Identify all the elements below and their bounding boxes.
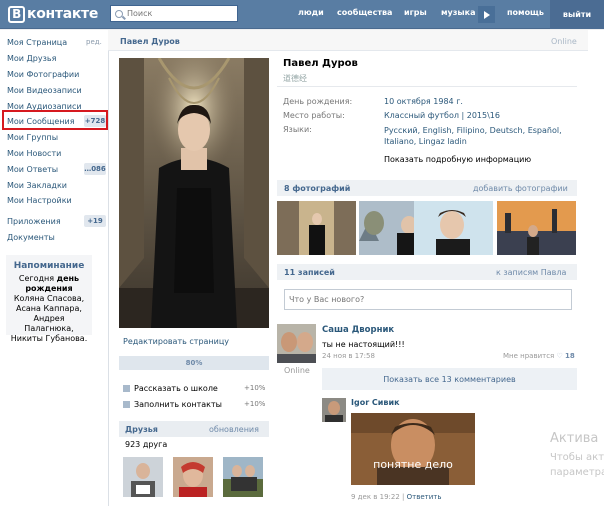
post-author-avatar[interactable]: [277, 324, 316, 363]
info-value-work[interactable]: Классный футбол | 2015\16: [384, 111, 500, 120]
search-box[interactable]: [110, 5, 238, 22]
post-text: ты не настоящий!!!: [322, 340, 405, 349]
photo-thumb[interactable]: [277, 201, 356, 255]
search-icon: [115, 9, 123, 18]
friend-thumb[interactable]: [123, 457, 163, 497]
friends-title[interactable]: Друзья: [125, 425, 158, 434]
edit-page-link[interactable]: Редактировать страницу: [123, 337, 229, 346]
divider: [277, 86, 577, 87]
comment-author-avatar[interactable]: [322, 398, 346, 422]
menu-my-page[interactable]: Моя Страница: [7, 38, 67, 47]
wall-title[interactable]: 11 записей: [284, 268, 335, 277]
info-value-languages[interactable]: Русский, English, Filipino, Deutsch, Esp…: [384, 125, 574, 147]
comment-meta: 9 дек в 19:22 | Ответить: [351, 493, 442, 501]
menu-friends[interactable]: Мои Друзья: [7, 54, 56, 63]
menu-news[interactable]: Мои Новости: [7, 149, 61, 158]
answers-badge[interactable]: …086: [84, 163, 106, 175]
friends-count: 923 друга: [125, 440, 168, 449]
menu-answers[interactable]: Мои Ответы: [7, 165, 58, 174]
profile-name: Павел Дуров: [283, 58, 358, 69]
comment-author-name[interactable]: Igor Сивик: [351, 398, 400, 407]
nav-music[interactable]: музыка: [441, 8, 475, 17]
vk-logo[interactable]: В контакте: [8, 5, 98, 23]
music-play-button[interactable]: [478, 6, 495, 23]
friend-thumb[interactable]: [223, 457, 263, 497]
profile-progress-bar: 80%: [119, 356, 269, 370]
friend-thumb[interactable]: [173, 457, 213, 497]
post-date[interactable]: 24 ноя в 17:58: [322, 352, 375, 360]
menu-apps[interactable]: Приложения: [7, 217, 61, 226]
like-count: 18: [565, 352, 575, 360]
heart-icon: ♡: [556, 352, 563, 360]
page-header-bar: [108, 30, 588, 51]
info-label-birthday: День рождения:: [283, 97, 353, 106]
nav-games[interactable]: игры: [404, 8, 427, 17]
friends-updates-link[interactable]: обновления: [209, 425, 259, 434]
info-label-work: Место работы:: [283, 111, 345, 120]
logo-text: контакте: [27, 6, 99, 22]
nav-help[interactable]: помощь: [507, 8, 544, 17]
task-school[interactable]: Рассказать о школе: [123, 384, 218, 393]
post-author-online: Online: [284, 366, 310, 375]
profile-photo[interactable]: [119, 58, 269, 328]
like-button[interactable]: Мне нравится ♡ 18: [503, 352, 575, 360]
messages-highlight-box: [2, 110, 108, 130]
online-status: Online: [551, 37, 577, 46]
task-contacts[interactable]: Заполнить контакты: [123, 400, 222, 409]
photo-thumb[interactable]: [497, 201, 576, 255]
photos-title[interactable]: 8 фотографий: [284, 184, 350, 193]
reminder-body: Сегодня день рождения Коляна Спасова, Ас…: [10, 274, 88, 343]
comment-date[interactable]: 9 дек в 19:22: [351, 493, 400, 501]
menu-bookmarks[interactable]: Мои Закладки: [7, 181, 67, 190]
post-author-name[interactable]: Саша Дворник: [322, 325, 394, 335]
task-contacts-pct: +10%: [244, 400, 266, 408]
show-all-comments-button[interactable]: Показать все 13 комментариев: [322, 368, 577, 390]
contacts-icon: [123, 401, 130, 408]
school-icon: [123, 385, 130, 392]
logo-b-icon: В: [8, 5, 25, 23]
show-more-info-link[interactable]: Показать подробную информацию: [384, 155, 531, 164]
photo-thumb[interactable]: [414, 201, 493, 255]
activation-watermark: Актива: [550, 431, 599, 446]
reminder-box: Напоминание Сегодня день рождения Коляна…: [6, 255, 92, 343]
reply-link[interactable]: Ответить: [407, 493, 442, 501]
logout-button[interactable]: выйти: [550, 0, 604, 29]
comment-image[interactable]: [351, 413, 475, 485]
play-icon: [483, 10, 490, 19]
add-photos-link[interactable]: добавить фотографии: [473, 184, 568, 193]
menu-groups[interactable]: Мои Группы: [7, 133, 58, 142]
search-input[interactable]: [127, 9, 227, 18]
menu-settings[interactable]: Мои Настройки: [7, 196, 72, 205]
activation-watermark-text: Чтобы акт параметра: [550, 452, 604, 478]
wall-post-input[interactable]: [284, 289, 572, 310]
menu-photos[interactable]: Мои Фотографии: [7, 70, 79, 79]
task-school-pct: +10%: [244, 384, 266, 392]
reminder-title: Напоминание: [13, 261, 85, 271]
menu-documents[interactable]: Документы: [7, 233, 55, 242]
to-pavel-posts-link[interactable]: к записям Павла: [496, 268, 566, 277]
menu-videos[interactable]: Мои Видеозаписи: [7, 86, 82, 95]
edit-link[interactable]: ред.: [86, 38, 102, 46]
nav-communities[interactable]: сообщества: [337, 8, 392, 17]
nav-people[interactable]: люди: [298, 8, 324, 17]
progress-label: 80%: [185, 359, 203, 367]
apps-badge[interactable]: +19: [84, 215, 106, 227]
comment-image-caption: понятне дело: [373, 458, 453, 471]
page-header-name: Павел Дуров: [120, 37, 180, 46]
profile-alias: 道德经: [283, 74, 307, 83]
info-value-birthday[interactable]: 10 октября 1984 г.: [384, 97, 463, 106]
info-label-languages: Языки:: [283, 125, 312, 134]
